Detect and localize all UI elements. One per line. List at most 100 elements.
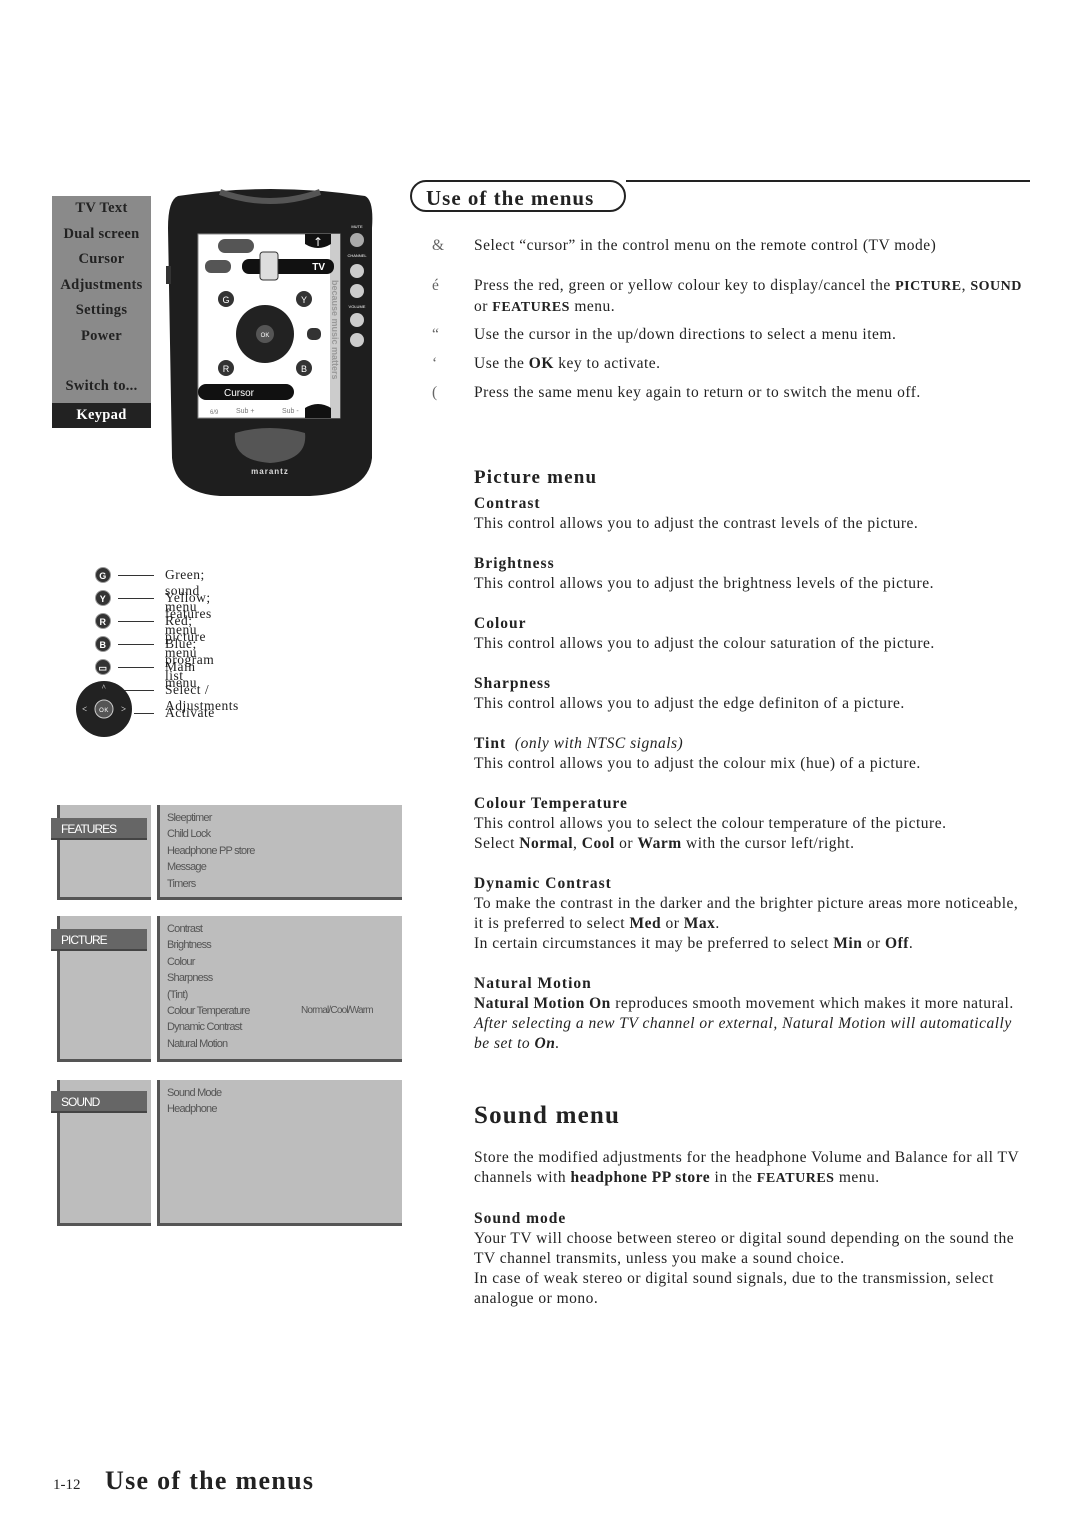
svg-text:OK: OK <box>99 708 109 714</box>
menu-item: Sleeptimer <box>167 812 212 824</box>
page-number: 1-12 <box>53 1477 81 1493</box>
blue-key-icon: B <box>95 636 111 652</box>
subheading: Colour Temperature <box>474 795 628 812</box>
side-menu-item: Switch to... <box>65 378 138 394</box>
step-text: Use the cursor in the up/down directions… <box>474 326 897 343</box>
picture-menu-title: Picture menu <box>474 467 598 488</box>
svg-text:marantz: marantz <box>251 467 289 476</box>
paragraph: In certain circumstances it may be prefe… <box>474 935 914 952</box>
paragraph: Your TV will choose between stereo or di… <box>474 1230 1015 1267</box>
step-text: Use the OK key to activate. <box>474 355 661 372</box>
remote-side-menu: TV Text Dual screen Cursor Adjustments S… <box>52 196 151 428</box>
sound-tab: SOUND <box>51 1091 147 1113</box>
leader-line <box>118 667 154 668</box>
paragraph: Select Normal, Cool or Warm with the cur… <box>474 835 855 852</box>
paragraph: This control allows you to adjust the ed… <box>474 695 905 712</box>
svg-text:MUTE: MUTE <box>351 224 363 229</box>
leader-line <box>118 575 154 576</box>
side-menu-item: Settings <box>75 302 128 318</box>
svg-text:6/9: 6/9 <box>210 410 219 416</box>
red-key-icon: R <box>95 613 111 629</box>
leader-line <box>134 713 154 714</box>
menu-item: Timers <box>167 877 196 890</box>
side-menu-item: Dual screen <box>63 225 140 242</box>
paragraph: This control allows you to adjust the co… <box>474 755 921 772</box>
svg-text:because music matters: because music matters <box>330 280 340 380</box>
picture-menu-section: Picture menu Contrast This control allow… <box>474 468 1030 1054</box>
menu-item: Sound Mode <box>167 1087 222 1099</box>
menu-item: Child Lock <box>167 828 211 841</box>
subheading: Sharpness <box>474 675 552 692</box>
up-arrow-icon: ↑ <box>313 235 323 249</box>
step-bullet: & <box>432 237 445 254</box>
note: (only with NTSC signals) <box>514 735 684 752</box>
paragraph: To make the contrast in the darker and t… <box>474 895 1019 932</box>
step-text: Press the red, green or yellow colour ke… <box>474 277 1022 315</box>
step-text: Press the same menu key again to return … <box>474 384 921 401</box>
remote-control-illustration: ↑ TV G Y R B OK Cursor 6/9 Sub + Sub - b… <box>166 189 373 496</box>
subheading: Tint <box>474 735 507 752</box>
svg-text:G: G <box>222 295 229 305</box>
menu-item-row: Colour Temperature Normal/Cool/Warm <box>167 1003 374 1019</box>
menu-item: (Tint) <box>167 988 188 1001</box>
paragraph: Natural Motion On reproduces smooth move… <box>474 995 1014 1012</box>
subheading: Dynamic Contrast <box>474 875 612 892</box>
paragraph: This control allows you to adjust the co… <box>474 515 919 532</box>
menu-item: Headphone <box>167 1103 217 1116</box>
menu-item: Headphone PP store <box>167 844 255 857</box>
menu-item: Contrast <box>167 923 203 935</box>
menu-item: Colour <box>167 955 195 968</box>
paragraph: After selecting a new TV channel or exte… <box>474 1015 1012 1052</box>
svg-text:>: > <box>121 704 127 714</box>
footer-title: Use of the menus <box>105 1466 315 1495</box>
menu-item: Brightness <box>167 939 212 952</box>
step-text: Select “cursor” in the control menu on t… <box>474 237 937 254</box>
picture-tab: PICTURE <box>51 929 147 951</box>
subheading: Contrast <box>474 495 541 512</box>
side-menu-item: Power <box>81 327 122 344</box>
svg-text:Sub -: Sub - <box>282 408 299 415</box>
sound-menu-title: Sound menu <box>474 1102 621 1129</box>
svg-text:Y: Y <box>301 295 307 305</box>
svg-text:B: B <box>301 364 307 374</box>
cursor-pad-icon: OK ^ < > <box>76 681 132 737</box>
paragraph: In case of weak stereo or digital sound … <box>474 1270 994 1307</box>
subheading: Natural Motion <box>474 975 592 992</box>
subheading: Brightness <box>474 555 555 572</box>
leader-line <box>118 598 154 599</box>
paragraph: This control allows you to adjust the co… <box>474 635 935 652</box>
menu-item: Dynamic Contrast <box>167 1021 242 1034</box>
svg-text:R: R <box>223 364 230 374</box>
sound-items: Sound Mode Headphone <box>167 1085 222 1118</box>
home-icon <box>218 239 254 253</box>
subheading: Colour <box>474 615 527 632</box>
section-title: Use of the menus <box>410 180 626 212</box>
svg-text:Sub +: Sub + <box>236 408 255 415</box>
leader-line <box>118 644 154 645</box>
svg-text:CHANNEL: CHANNEL <box>347 253 367 258</box>
side-menu-item: TV Text <box>75 200 128 216</box>
menu-item: Colour Temperature <box>167 1005 250 1018</box>
manual-page: TV Text Dual screen Cursor Adjustments S… <box>0 0 1080 1526</box>
step-bullet: é <box>432 277 440 294</box>
svg-text:VOLUME: VOLUME <box>349 304 366 309</box>
green-key-icon: G <box>95 567 111 583</box>
leader-line <box>118 621 154 622</box>
features-items: Sleeptimer Child Lock Headphone PP store… <box>167 810 255 892</box>
picture-items: Contrast Brightness Colour Sharpness (Ti… <box>167 921 374 1052</box>
step-bullet: ( <box>432 384 438 401</box>
sound-menu-section: Sound menu Store the modified adjustment… <box>474 1102 1030 1309</box>
menu-key-icon: ▭ <box>95 659 111 675</box>
subheading: Sound mode <box>474 1210 567 1227</box>
svg-text:<: < <box>82 704 88 714</box>
menu-item-value: Normal/Cool/Warm <box>301 1005 374 1017</box>
svg-text:OK: OK <box>261 333 270 339</box>
menu-item: Message <box>167 861 207 874</box>
paragraph: This control allows you to adjust the br… <box>474 575 934 592</box>
step-bullet: ‘ <box>432 355 438 372</box>
side-menu-selected: Keypad <box>52 402 151 428</box>
svg-text:TV: TV <box>312 262 325 273</box>
paragraph: Store the modified adjustments for the h… <box>474 1149 1019 1186</box>
side-menu-item: Cursor <box>78 251 125 267</box>
